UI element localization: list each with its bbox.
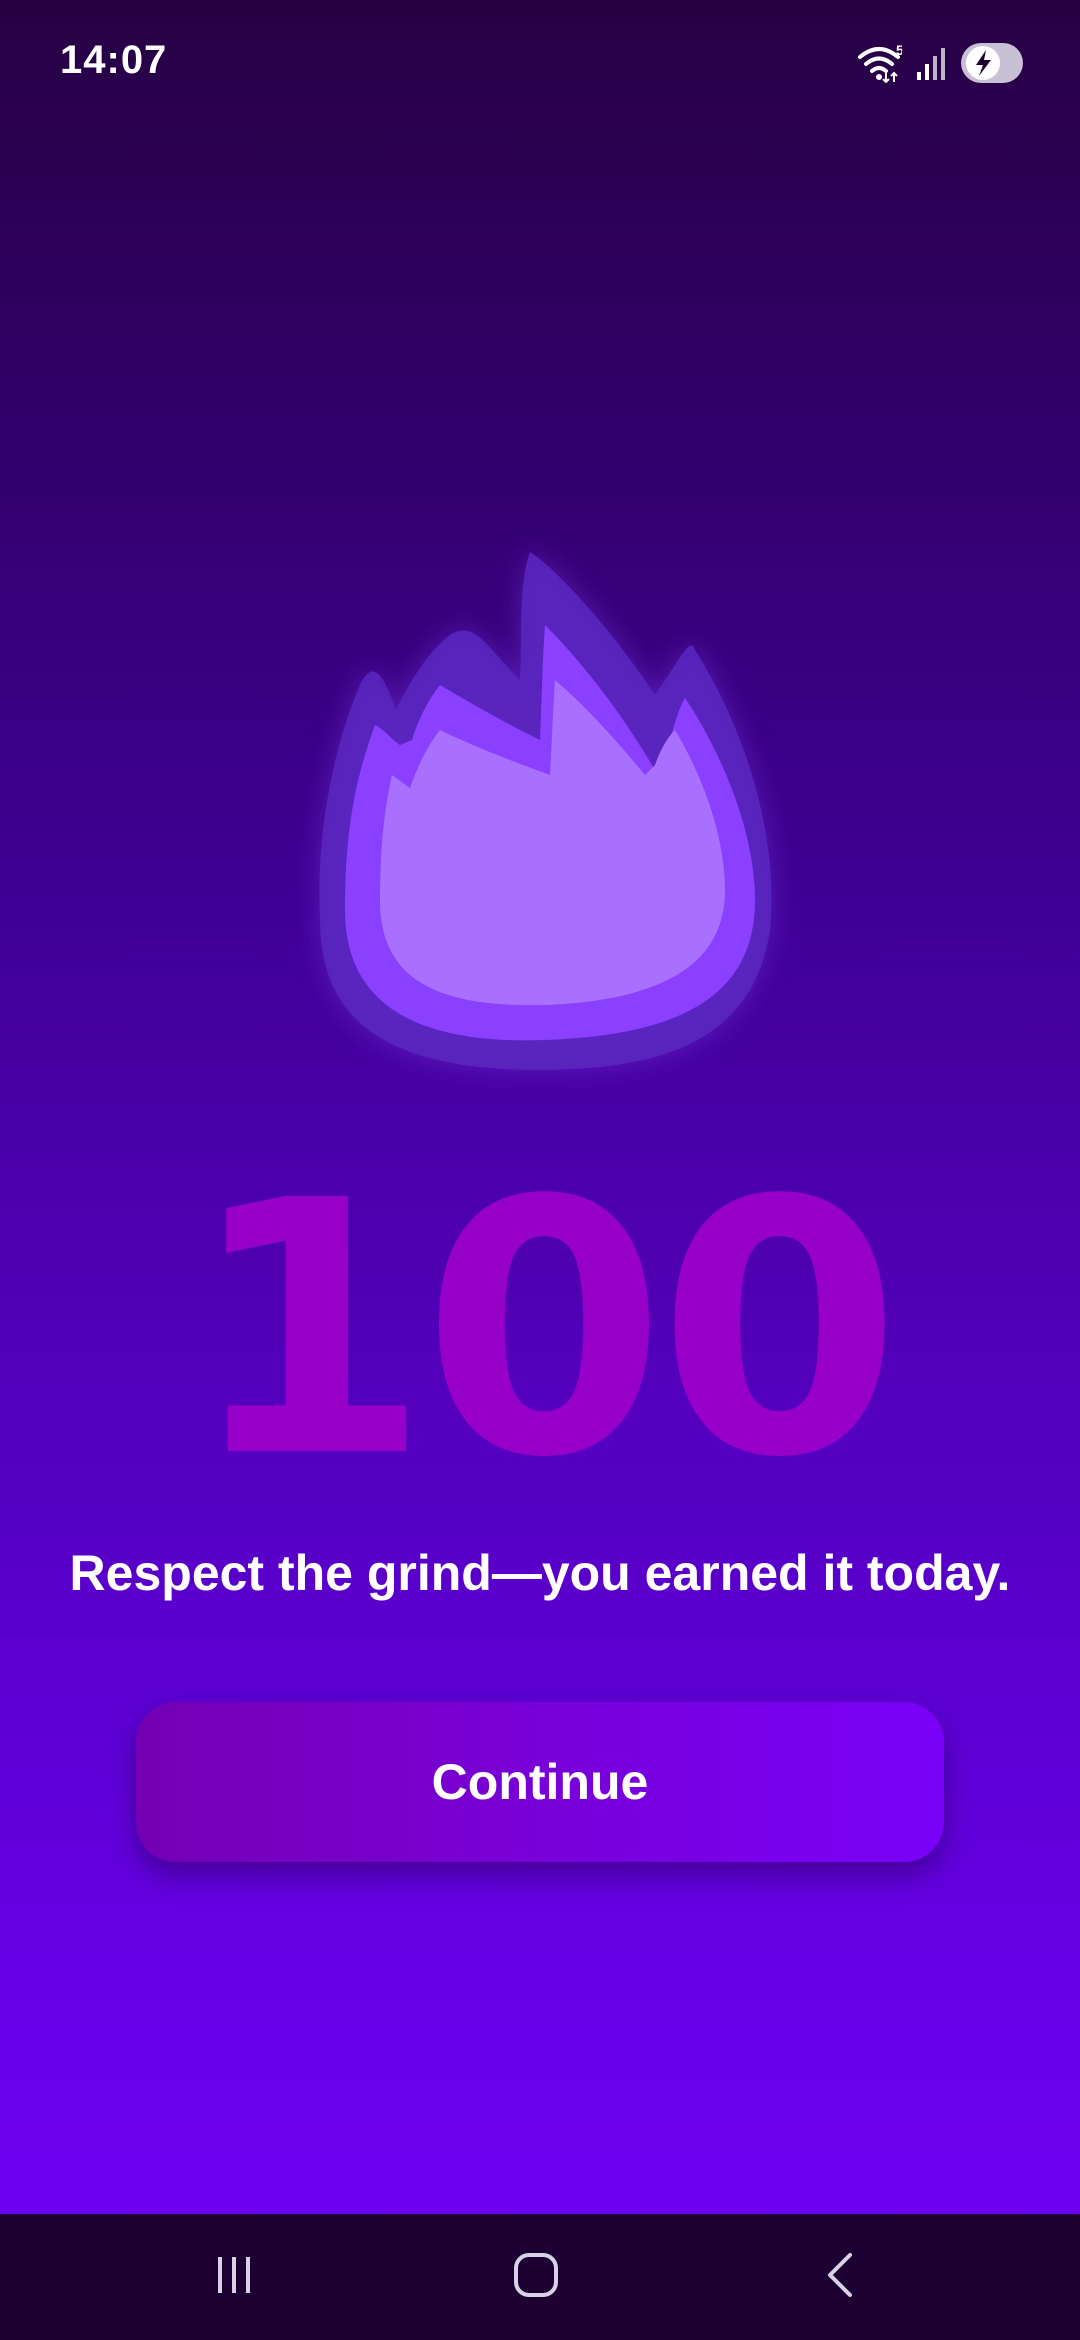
signal-icon bbox=[916, 46, 946, 80]
home-button[interactable] bbox=[476, 2232, 596, 2322]
wifi-icon: 5 bbox=[856, 43, 902, 83]
streak-count: 100 bbox=[186, 1126, 902, 1534]
status-bar: 14:07 5 bbox=[0, 0, 1080, 126]
battery-charging-icon bbox=[960, 42, 1024, 84]
wifi-badge: 5 bbox=[896, 43, 902, 58]
back-button[interactable] bbox=[780, 2232, 900, 2322]
back-icon bbox=[820, 2251, 860, 2304]
continue-button[interactable]: Continue bbox=[136, 1702, 944, 1862]
status-time: 14:07 bbox=[60, 38, 168, 82]
recent-apps-icon bbox=[212, 2253, 256, 2302]
status-icons: 5 bbox=[856, 38, 1024, 88]
home-icon bbox=[512, 2251, 560, 2304]
continue-button-label: Continue bbox=[431, 1754, 649, 1810]
recent-apps-button[interactable] bbox=[174, 2232, 294, 2322]
flame-icon bbox=[300, 530, 790, 1090]
navigation-bar bbox=[0, 2214, 1080, 2340]
streak-message: Respect the grind—you earned it today. bbox=[69, 1545, 1011, 1601]
